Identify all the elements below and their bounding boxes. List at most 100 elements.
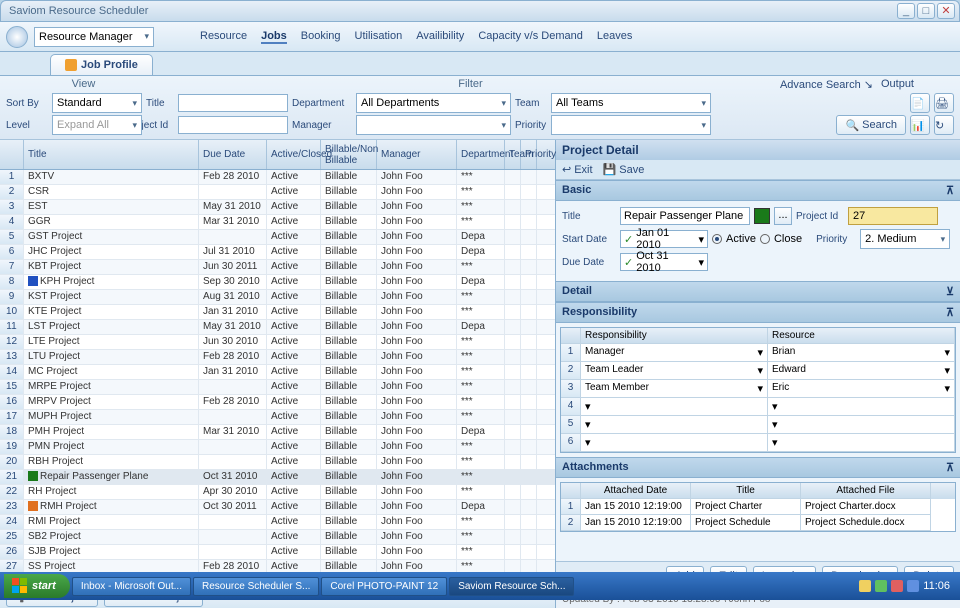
detail-priority-select[interactable]: 2. Medium [860, 229, 950, 249]
table-row[interactable]: 21Repair Passenger PlaneOct 31 2010Activ… [0, 470, 555, 485]
table-row[interactable]: 18PMH ProjectMar 31 2010ActiveBillableJo… [0, 425, 555, 440]
col-header[interactable]: Team [505, 140, 521, 169]
save-button[interactable]: 💾Save [603, 163, 645, 176]
print-icon[interactable]: 🖨 [934, 93, 954, 113]
detail-title-input[interactable] [620, 207, 750, 225]
level-select[interactable]: Expand All [52, 115, 142, 135]
table-row[interactable]: 19PMN ProjectActiveBillableJohn Foo*** [0, 440, 555, 455]
tab-job-profile[interactable]: Job Profile [50, 54, 153, 75]
priority-filter-label: Priority [515, 120, 547, 131]
priority-filter-select[interactable] [551, 115, 711, 135]
tray-icon[interactable] [891, 580, 903, 592]
nav-booking[interactable]: Booking [301, 30, 341, 44]
taskbar-task[interactable]: Resource Scheduler S... [193, 577, 319, 596]
tray-icon[interactable] [875, 580, 887, 592]
col-header[interactable]: Priority [521, 140, 537, 169]
nav-availibility[interactable]: Availibility [416, 30, 464, 44]
table-row[interactable]: 11LST ProjectMay 31 2010ActiveBillableJo… [0, 320, 555, 335]
view-header: View [6, 78, 161, 91]
table-row[interactable]: 8KPH ProjectSep 30 2010ActiveBillableJoh… [0, 275, 555, 290]
nav-capacity v/s demand[interactable]: Capacity v/s Demand [478, 30, 583, 44]
mgr-filter-select[interactable] [356, 115, 511, 135]
app-logo-icon [6, 26, 28, 48]
sortby-select[interactable]: Standard [52, 93, 142, 113]
table-row[interactable]: 23RMH ProjectOct 30 2011ActiveBillableJo… [0, 500, 555, 515]
taskbar-task[interactable]: Inbox - Microsoft Out... [72, 577, 191, 596]
close-button[interactable]: ✕ [937, 3, 955, 19]
collapse-icon[interactable]: ⊼ [946, 461, 954, 474]
startdate-label: Start Date [562, 234, 616, 245]
table-row[interactable]: 17MUPH ProjectActiveBillableJohn Foo*** [0, 410, 555, 425]
nav-jobs[interactable]: Jobs [261, 30, 287, 44]
col-header[interactable]: Billable/Non Billable [321, 140, 377, 169]
table-row[interactable]: 7KBT ProjectJun 30 2011ActiveBillableJoh… [0, 260, 555, 275]
table-row[interactable]: 22RH ProjectApr 30 2010ActiveBillableJoh… [0, 485, 555, 500]
tray-icon[interactable] [907, 580, 919, 592]
duedate-input[interactable]: ✓Oct 31 2010▾ [620, 253, 708, 271]
table-row[interactable]: 14MC ProjectJan 31 2010ActiveBillableJoh… [0, 365, 555, 380]
expand-icon[interactable]: ⊻ [946, 285, 954, 298]
tray-icon[interactable] [859, 580, 871, 592]
role-selector[interactable]: Resource Manager [34, 27, 154, 47]
section-basic[interactable]: Basic⊼ [556, 180, 960, 201]
col-header[interactable]: Manager [377, 140, 457, 169]
detail-title-label: Title [562, 211, 616, 222]
section-detail[interactable]: Detail⊻ [556, 281, 960, 302]
table-row[interactable]: 4GGRMar 31 2010ActiveBillableJohn Foo*** [0, 215, 555, 230]
table-row[interactable]: 2CSRActiveBillableJohn Foo*** [0, 185, 555, 200]
nav-utilisation[interactable]: Utilisation [355, 30, 403, 44]
title-filter-label: Title [146, 98, 174, 109]
responsibility-table[interactable]: ResponsibilityResource1Manager▾Brian▾2Te… [560, 327, 956, 453]
table-row[interactable]: 9KST ProjectAug 31 2010ActiveBillableJoh… [0, 290, 555, 305]
color-swatch[interactable] [754, 208, 770, 224]
nav-resource[interactable]: Resource [200, 30, 247, 44]
collapse-icon[interactable]: ⊼ [946, 306, 954, 319]
minimize-button[interactable]: _ [897, 3, 915, 19]
nav-leaves[interactable]: Leaves [597, 30, 632, 44]
section-responsibility[interactable]: Responsibility⊼ [556, 302, 960, 323]
table-row[interactable]: 20RBH ProjectActiveBillableJohn Foo*** [0, 455, 555, 470]
table-row[interactable]: 12LTE ProjectJun 30 2010ActiveBillableJo… [0, 335, 555, 350]
grid-header: TitleDue DateActive/ClosedBillable/Non B… [0, 140, 555, 170]
col-header[interactable]: Title [24, 140, 199, 169]
team-filter-select[interactable]: All Teams [551, 93, 711, 113]
taskbar-task[interactable]: Corel PHOTO-PAINT 12 [321, 577, 447, 596]
level-label: Level [6, 120, 48, 131]
color-picker-button[interactable]: ... [774, 207, 792, 225]
search-button[interactable]: 🔍Search [836, 115, 906, 135]
table-row[interactable]: 15MRPE ProjectActiveBillableJohn Foo*** [0, 380, 555, 395]
table-row[interactable]: 3ESTMay 31 2010ActiveBillableJohn Foo*** [0, 200, 555, 215]
section-attachments[interactable]: Attachments⊼ [556, 457, 960, 478]
start-button[interactable]: start [4, 574, 70, 598]
table-row[interactable]: 16MRPV ProjectFeb 28 2010ActiveBillableJ… [0, 395, 555, 410]
active-radio[interactable] [712, 234, 722, 244]
refresh-icon[interactable]: ↻ [934, 115, 954, 135]
sortby-label: Sort By [6, 98, 48, 109]
col-header[interactable]: Due Date [199, 140, 267, 169]
table-row[interactable]: 24RMI ProjectActiveBillableJohn Foo*** [0, 515, 555, 530]
maximize-button[interactable]: □ [917, 3, 935, 19]
collapse-icon[interactable]: ⊼ [946, 184, 954, 197]
col-header[interactable]: Department [457, 140, 505, 169]
table-row[interactable]: 10KTE ProjectJan 31 2010ActiveBillableJo… [0, 305, 555, 320]
table-row[interactable]: 1BXTVFeb 28 2010ActiveBillableJohn Foo**… [0, 170, 555, 185]
exit-button[interactable]: ↩Exit [562, 163, 593, 176]
col-header[interactable]: Active/Closed [267, 140, 321, 169]
table-row[interactable]: 25SB2 ProjectActiveBillableJohn Foo*** [0, 530, 555, 545]
system-tray[interactable]: 11:06 [859, 580, 956, 592]
advance-search-link[interactable]: Advance Search ↘ [780, 78, 873, 91]
projectid-filter-input[interactable] [178, 116, 288, 134]
table-row[interactable]: 5GST ProjectActiveBillableJohn FooDepa [0, 230, 555, 245]
output-btn-1[interactable]: 📄 [910, 93, 930, 113]
grid-body[interactable]: 1BXTVFeb 28 2010ActiveBillableJohn Foo**… [0, 170, 555, 584]
output-btn-2[interactable]: 📊 [910, 115, 930, 135]
dept-filter-select[interactable]: All Departments [356, 93, 511, 113]
attachments-table[interactable]: Attached DateTitleAttached File1Jan 15 2… [560, 482, 956, 532]
startdate-input[interactable]: ✓Jan 01 2010▾ [620, 230, 708, 248]
table-row[interactable]: 13LTU ProjectFeb 28 2010ActiveBillableJo… [0, 350, 555, 365]
close-radio[interactable] [760, 234, 770, 244]
taskbar-task[interactable]: Saviom Resource Sch... [449, 577, 574, 596]
table-row[interactable]: 26SJB ProjectActiveBillableJohn Foo*** [0, 545, 555, 560]
table-row[interactable]: 6JHC ProjectJul 31 2010ActiveBillableJoh… [0, 245, 555, 260]
title-filter-input[interactable] [178, 94, 288, 112]
